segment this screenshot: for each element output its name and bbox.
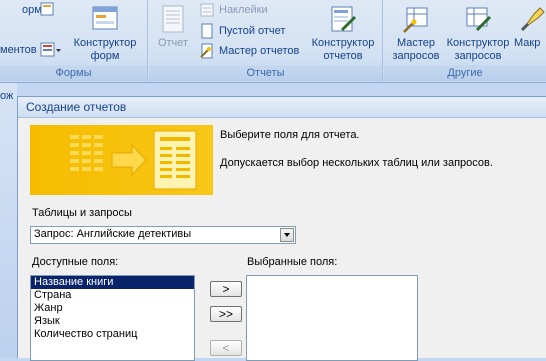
labels-button[interactable]: Наклейки — [197, 0, 268, 20]
report-designer-icon — [331, 6, 357, 32]
report-icon — [162, 5, 184, 33]
report-wizard-icon — [200, 43, 213, 59]
query-wizard-button[interactable]: Мастер запросов — [390, 4, 442, 63]
blank-report-icon — [201, 23, 213, 39]
ribbon: орма ментов Конструктор форм Формы Отчет… — [0, 0, 546, 83]
selected-fields-label: Выбранные поля: — [247, 256, 338, 268]
report-wizard-banner-image — [30, 125, 213, 195]
macro-button[interactable]: Макр — [514, 4, 546, 50]
report-wizard-dialog: Создание отчетов Выберите поля для отчет… — [17, 96, 546, 361]
available-field-item[interactable]: Страна — [31, 289, 194, 302]
forms-group: орма ментов Конструктор форм Формы — [0, 0, 148, 82]
form-designer-button[interactable]: Конструктор форм — [68, 4, 142, 63]
query-wizard-icon — [403, 7, 428, 33]
tables-queries-value: Запрос: Английские детективы — [34, 228, 192, 240]
macro-icon — [520, 7, 545, 32]
navigation-pane-label: ож — [0, 90, 14, 102]
report-button[interactable]: Отчет — [153, 4, 193, 50]
labels-icon — [200, 3, 214, 17]
form-small-icon — [40, 2, 54, 16]
dialog-prompt: Выберите поля для отчета. — [220, 129, 360, 141]
add-all-fields-button[interactable]: >> — [210, 306, 242, 322]
reports-group-label: Отчеты — [149, 65, 382, 81]
reports-group: Отчет Наклейки Пустой отчет Мастер отчет… — [149, 0, 383, 82]
available-field-item[interactable]: Количество страниц — [31, 328, 194, 341]
remove-field-button[interactable]: < — [210, 340, 242, 356]
available-field-item[interactable]: Язык — [31, 315, 194, 328]
tables-queries-label: Таблицы и запросы — [32, 207, 132, 219]
add-field-button[interactable]: > — [210, 281, 242, 297]
more-forms-button[interactable]: ментов — [0, 40, 37, 60]
blank-report-button[interactable]: Пустой отчет — [197, 21, 285, 41]
forms-group-label: Формы — [0, 65, 147, 81]
report-wizard-button[interactable]: Мастер отчетов — [197, 41, 299, 61]
multiple-items-icon — [40, 42, 61, 57]
available-field-item[interactable]: Название книги — [31, 276, 194, 289]
tables-queries-select[interactable]: Запрос: Английские детективы — [30, 226, 296, 244]
dialog-title: Создание отчетов — [18, 97, 546, 118]
available-fields-label: Доступные поля: — [32, 256, 119, 268]
dropdown-arrow-icon[interactable] — [280, 228, 294, 242]
available-field-item[interactable]: Жанр — [31, 302, 194, 315]
query-designer-icon — [466, 7, 492, 32]
navigation-pane-strip: ож — [0, 83, 17, 357]
form-designer-icon — [92, 6, 118, 30]
query-designer-button[interactable]: Конструктор запросов — [444, 4, 512, 63]
other-group-label: Другие — [384, 65, 546, 81]
available-fields-items: Название книги Страна Жанр Язык Количество с… — [31, 276, 194, 341]
other-group: Мастер запросов Конструктор запросов Мак… — [384, 0, 546, 82]
available-fields-list[interactable]: Название книги Страна Жанр Язык Количество с… — [30, 275, 195, 361]
dialog-hint: Допускается выбор нескольких таблиц или … — [220, 157, 493, 169]
selected-fields-list[interactable] — [246, 275, 418, 361]
report-designer-button[interactable]: Конструктор отчетов — [305, 4, 381, 63]
